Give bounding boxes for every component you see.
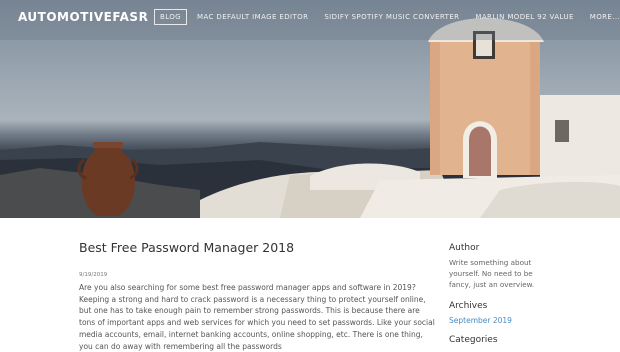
author-heading: Author	[449, 243, 480, 253]
post-body: Are you also searching for some best fre…	[79, 283, 435, 351]
nav-blog[interactable]: BLOG	[154, 9, 187, 25]
nav-marlin-model[interactable]: MARLIN MODEL 92 VALUE	[469, 9, 579, 25]
post-date: 9/19/2019	[79, 272, 108, 278]
main-nav: BLOG MAC DEFAULT IMAGE EDITOR SIDIFY SPO…	[154, 9, 620, 25]
site-logo[interactable]: AUTOMOTIVEFASR	[18, 10, 148, 24]
hero-banner: AUTOMOTIVEFASR BLOG MAC DEFAULT IMAGE ED…	[0, 0, 620, 218]
archives-heading: Archives	[449, 301, 488, 311]
nav-sidify-spotify[interactable]: SIDIFY SPOTIFY MUSIC CONVERTER	[318, 9, 465, 25]
nav-mac-default-image-editor[interactable]: MAC DEFAULT IMAGE EDITOR	[191, 9, 314, 25]
sidebar: Author Write something about yourself. N…	[449, 243, 599, 345]
hero-image	[0, 0, 620, 218]
post-title[interactable]: Best Free Password Manager 2018	[79, 240, 439, 255]
author-text: Write something about yourself. No need …	[449, 258, 535, 289]
blog-post: Best Free Password Manager 2018 9/19/201…	[79, 240, 439, 352]
categories-heading: Categories	[449, 335, 498, 345]
nav-more[interactable]: MORE...	[584, 9, 620, 25]
archive-link-september-2019[interactable]: September 2019	[449, 316, 599, 325]
